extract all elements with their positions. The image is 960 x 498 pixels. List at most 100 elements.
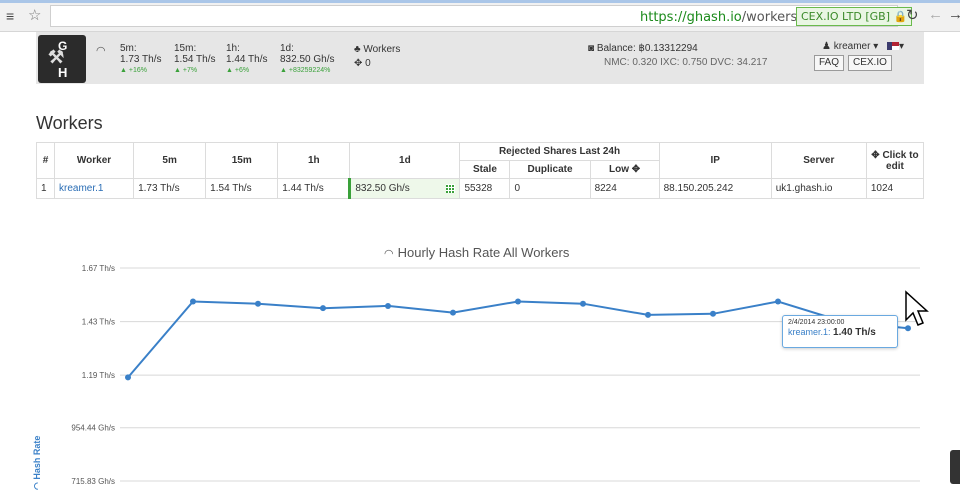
cell-edit[interactable]: 1024	[865, 178, 925, 199]
stat-label: 5m:	[120, 43, 137, 54]
username: kreamer	[833, 41, 871, 52]
stat-value: 832.50 Gh/s	[280, 54, 335, 65]
col-stale[interactable]: Stale	[459, 160, 511, 179]
stat-change: ▲ +6%	[226, 67, 250, 74]
cex-button[interactable]: CEX.IO	[848, 55, 892, 71]
caret-down-icon: ▾	[873, 41, 879, 52]
stat-change: ▲ +16%	[120, 67, 147, 74]
star-icon[interactable]: ☆	[28, 6, 41, 24]
caret-down-icon: ▾	[899, 41, 905, 52]
workers-summary[interactable]: ♣ Workers ✥ 0	[354, 44, 400, 69]
stat-value: 1.73 Th/s	[120, 54, 162, 65]
sort-icon: ✥	[631, 164, 641, 175]
y-tick-label: 1.43 Th/s	[82, 318, 115, 327]
cell-num: 1	[35, 178, 56, 199]
col-worker[interactable]: Worker	[54, 142, 135, 179]
stat-1h: 1h: 1.44 Th/s ▲ +6%	[226, 43, 268, 76]
balance: ◙ Balance: ฿0.13312294	[588, 43, 698, 54]
cell-1h: 1.44 Th/s	[277, 178, 351, 199]
stat-value: 1.44 Th/s	[226, 54, 268, 65]
data-point[interactable]	[320, 305, 326, 312]
tab-strip	[0, 0, 960, 3]
y-tick-label: 715.83 Gh/s	[71, 477, 115, 486]
workers-label: Workers	[363, 44, 401, 55]
back-icon[interactable]: ←	[928, 6, 943, 23]
user-icon: ♟	[822, 41, 831, 52]
data-point[interactable]	[450, 309, 456, 316]
data-point[interactable]	[515, 298, 521, 305]
stat-label: 1d:	[280, 43, 294, 54]
flag-icon[interactable]	[887, 42, 900, 51]
forward-icon[interactable]: →	[948, 6, 960, 23]
cell-low: 8224	[589, 178, 660, 199]
balance-label: Balance:	[596, 43, 636, 54]
y-tick-label: 1.67 Th/s	[82, 264, 115, 273]
data-point[interactable]	[385, 302, 391, 309]
ev-certificate-badge[interactable]: CEX.IO LTD [GB] 🔒	[796, 7, 913, 26]
faq-button[interactable]: FAQ	[814, 55, 845, 71]
tooltip-series: kreamer.1	[788, 327, 829, 337]
browser-toolbar: ≡ ☆ https://ghash.io/workers/BTC CEX.IO …	[0, 0, 960, 32]
coin-balances: NMC: 0.320 IXC: 0.750 DVC: 34.217	[604, 57, 768, 68]
col-5m[interactable]: 5m	[133, 142, 207, 179]
mouse-cursor-icon	[905, 290, 929, 326]
y-tick-label: 954.44 Gh/s	[71, 424, 115, 433]
grid-icon[interactable]	[446, 184, 456, 193]
data-point[interactable]	[710, 310, 716, 317]
cell-15m: 1.54 Th/s	[205, 178, 279, 199]
worker-link[interactable]: kreamer.1	[59, 183, 103, 194]
cell-worker[interactable]: kreamer.1	[54, 178, 135, 199]
col-rejected: Rejected Shares Last 24h	[459, 142, 660, 161]
side-widget[interactable]	[950, 450, 960, 484]
data-point[interactable]	[645, 311, 651, 318]
col-1h[interactable]: 1h	[277, 142, 351, 179]
stat-5m: 5m: 1.73 Th/s ▲ +16%	[120, 43, 162, 76]
chart-tooltip: 2/4/2014 23:00:00 kreamer.1: 1.40 Th/s	[782, 315, 898, 348]
y-axis-label: ◠ Hash Rate	[32, 435, 42, 490]
col-duplicate[interactable]: Duplicate	[509, 160, 591, 179]
col-15m[interactable]: 15m	[205, 142, 279, 179]
data-point[interactable]	[580, 300, 586, 307]
stat-change: ▲ +7%	[174, 67, 198, 74]
cell-server: uk1.ghash.io	[770, 178, 867, 199]
tooltip-value: 1.40 Th/s	[833, 327, 876, 338]
wallet-icon: ◙	[588, 43, 595, 54]
table-row: 1 kreamer.1 1.73 Th/s 1.54 Th/s 1.44 Th/…	[35, 178, 925, 199]
cell-stale: 55328	[459, 178, 511, 199]
page-title: Workers	[36, 113, 103, 133]
cell-ip: 88.150.205.242	[658, 178, 772, 199]
workers-count: ✥ 0	[354, 58, 371, 69]
app-header: ⚒ G H ◠ 5m: 1.73 Th/s ▲ +16% 15m: 1.54 T…	[36, 32, 924, 84]
cell-5m: 1.73 Th/s	[133, 178, 207, 199]
workers-table: # Worker 5m 15m 1h 1d Rejected Shares La…	[35, 142, 925, 199]
gauge-icon: ◠	[96, 45, 106, 57]
col-ip[interactable]: IP	[658, 142, 772, 179]
col-server[interactable]: Server	[770, 142, 867, 179]
move-icon: ✥	[871, 149, 880, 161]
stat-1d: 1d: 832.50 Gh/s ▲ +83259224%	[280, 43, 334, 76]
sitemap-icon: ♣	[354, 44, 361, 55]
reload-icon[interactable]: ↻	[906, 6, 919, 24]
data-point[interactable]	[255, 300, 261, 307]
stat-label: 1h:	[226, 43, 240, 54]
balance-value: ฿0.13312294	[638, 43, 698, 54]
cell-1d[interactable]: 832.50 Gh/s	[348, 178, 461, 199]
user-menu[interactable]: ♟ kreamer ▾ ▾	[822, 41, 904, 52]
cell-duplicate: 0	[509, 178, 591, 199]
col-edit[interactable]: ✥ Click to edit	[865, 142, 925, 179]
stat-value: 1.54 Th/s	[174, 54, 216, 65]
hamburger-icon[interactable]: ≡	[6, 8, 14, 24]
col-low[interactable]: Low ✥	[589, 160, 660, 179]
data-point[interactable]	[190, 298, 196, 305]
stat-label: 15m:	[174, 43, 197, 54]
stat-change: ▲ +83259224%	[280, 67, 331, 74]
stat-15m: 15m: 1.54 Th/s ▲ +7%	[174, 43, 216, 76]
data-point[interactable]	[775, 298, 781, 305]
data-point[interactable]	[125, 374, 131, 381]
ghash-logo[interactable]: ⚒ G H	[38, 35, 86, 83]
tooltip-date: 2/4/2014 23:00:00	[788, 319, 845, 326]
hash-rate-chart: 1.67 Th/s 1.43 Th/s 1.19 Th/s 954.44 Gh/s 71…	[71, 264, 920, 486]
col-num: #	[35, 142, 56, 179]
gauge-icon: ◠	[32, 482, 42, 490]
col-1d[interactable]: 1d	[349, 142, 461, 179]
